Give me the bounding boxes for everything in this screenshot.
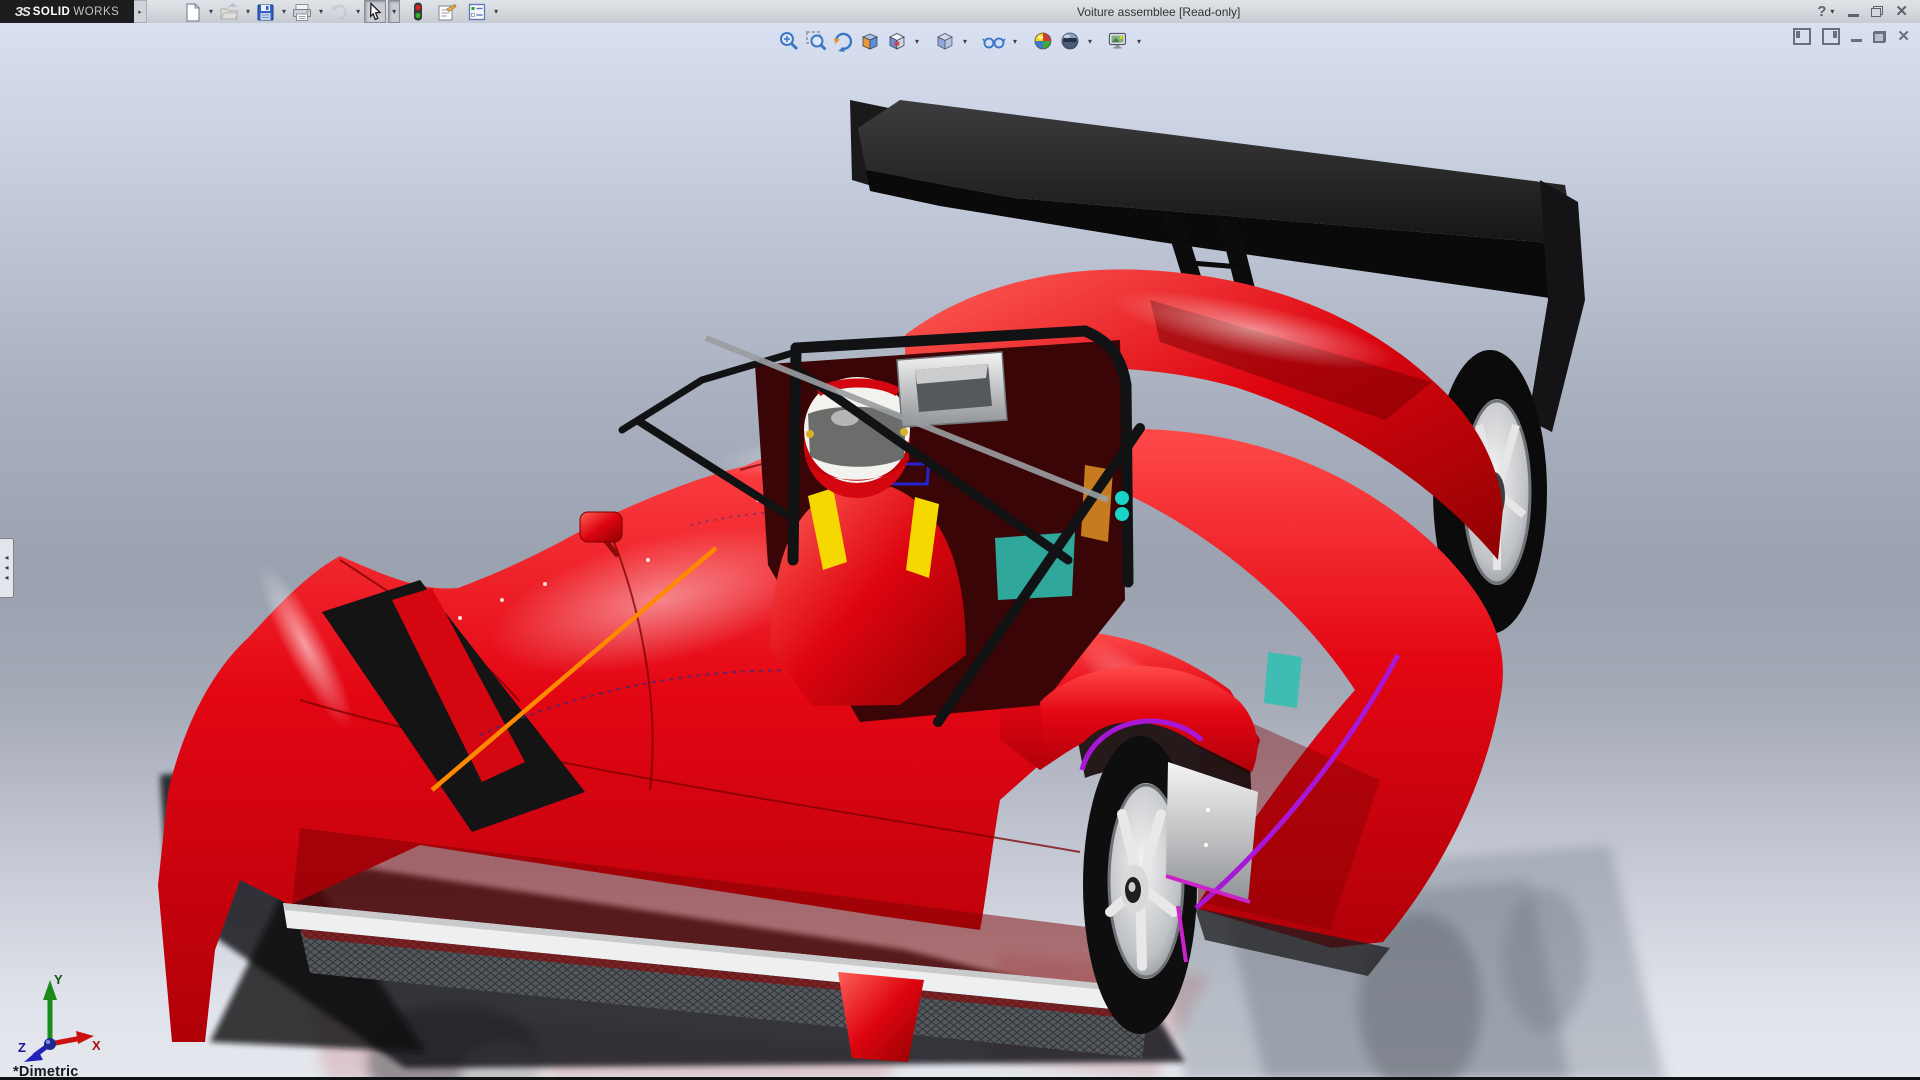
solidworks-window: ЗS SOLIDWORKS ▸ ▾ ▾ (0, 0, 1920, 1080)
apply-scene-button[interactable] (1058, 29, 1082, 53)
view-settings-icon (1107, 30, 1130, 52)
engine-intake (897, 352, 1007, 427)
open-dropdown[interactable]: ▾ (246, 7, 250, 16)
brand-text-light: WORKS (73, 6, 119, 18)
hide-show-items-icon (982, 30, 1006, 52)
edit-appearance-button[interactable] (1031, 29, 1055, 53)
document-minimize-icon[interactable] (1851, 39, 1862, 42)
main-toolbar: ▾ ▾ ▾ (181, 0, 500, 23)
headsup-view-toolbar: ▾ ▾ ▾ (777, 29, 1143, 53)
hide-show-items-button[interactable] (981, 29, 1007, 53)
triad-z-label: Z (18, 1040, 26, 1055)
triad-x-label: X (92, 1038, 100, 1053)
close-icon[interactable]: ✕ (1895, 4, 1908, 19)
save-button[interactable] (254, 0, 277, 23)
zoom-to-area-button[interactable] (804, 29, 828, 53)
options-dropdown[interactable]: ▾ (494, 7, 498, 16)
brand-text-bold: SOLID (33, 6, 71, 18)
document-title: Voiture assemblee [Read-only] (500, 4, 1817, 19)
select-button[interactable] (364, 0, 386, 23)
edit-appearance-icon (1032, 30, 1054, 52)
document-close-icon[interactable]: ✕ (1897, 31, 1910, 43)
display-style-button[interactable] (933, 29, 957, 53)
feature-manager-collapsed-tab[interactable]: ◂ ◂ ◂ (0, 538, 14, 598)
panel-toggle-right-icon[interactable] (1822, 28, 1840, 45)
undo-button[interactable] (327, 0, 351, 23)
title-bar: ЗS SOLIDWORKS ▸ ▾ ▾ (0, 0, 1920, 23)
document-window-controls: ✕ (1793, 28, 1910, 45)
display-style-dropdown[interactable]: ▾ (963, 37, 967, 46)
view-orientation-icon (886, 30, 908, 52)
help-dropdown[interactable]: ▾ (1830, 7, 1834, 16)
cyan-detail (1115, 491, 1129, 505)
new-document-icon (183, 2, 202, 22)
rebuild-button[interactable] (410, 0, 426, 23)
apply-scene-dropdown[interactable]: ▾ (1088, 37, 1092, 46)
graphics-area[interactable]: ▾ ▾ ▾ (0, 23, 1920, 1080)
zoom-to-area-icon (805, 30, 827, 52)
print-button[interactable] (290, 0, 314, 23)
undo-dropdown[interactable]: ▾ (356, 7, 360, 16)
new-document-button[interactable] (181, 0, 204, 23)
select-icon (366, 2, 384, 21)
print-icon (292, 2, 312, 22)
document-restore-icon[interactable] (1873, 31, 1886, 43)
solidworks-logo: ЗS SOLIDWORKS (0, 0, 134, 23)
view-settings-button[interactable] (1106, 29, 1131, 53)
section-view-icon (859, 30, 881, 52)
view-orientation-button[interactable] (885, 29, 909, 53)
display-style-icon (934, 30, 956, 52)
zoom-to-fit-button[interactable] (777, 29, 801, 53)
minimize-icon[interactable] (1848, 14, 1859, 17)
print-dropdown[interactable]: ▾ (319, 7, 323, 16)
triad-y-label: Y (54, 972, 63, 987)
window-controls: ? ▾ ✕ (1817, 4, 1920, 19)
help-icon[interactable]: ? (1817, 4, 1826, 19)
apply-scene-icon (1059, 30, 1081, 52)
file-properties-icon (436, 2, 457, 22)
open-button[interactable] (217, 0, 241, 23)
view-orientation-dropdown[interactable]: ▾ (915, 37, 919, 46)
rotate-view-icon (832, 30, 854, 52)
door-insert-teal (1264, 652, 1302, 708)
file-properties-button[interactable] (434, 0, 459, 23)
hide-show-items-dropdown[interactable]: ▾ (1013, 37, 1017, 46)
triad-icon: Y X Z (16, 972, 100, 1064)
3d-model-scene[interactable] (0, 23, 1920, 1080)
undo-icon (329, 2, 349, 22)
save-icon (256, 2, 275, 22)
restore-icon[interactable] (1871, 6, 1883, 17)
save-dropdown[interactable]: ▾ (282, 7, 286, 16)
open-icon (219, 2, 239, 22)
select-dropdown[interactable]: ▾ (388, 0, 400, 23)
rotate-view-button[interactable] (831, 29, 855, 53)
panel-toggle-left-icon[interactable] (1793, 28, 1811, 45)
zoom-to-fit-icon (778, 30, 800, 52)
solidworks-logo-mark: ЗS (15, 4, 30, 19)
menu-expand-tab[interactable]: ▸ (134, 0, 147, 23)
view-settings-dropdown[interactable]: ▾ (1137, 37, 1141, 46)
options-button[interactable] (465, 0, 489, 23)
new-dropdown[interactable]: ▾ (209, 7, 213, 16)
rebuild-icon (412, 2, 424, 22)
options-icon (467, 2, 487, 22)
section-view-button[interactable] (858, 29, 882, 53)
